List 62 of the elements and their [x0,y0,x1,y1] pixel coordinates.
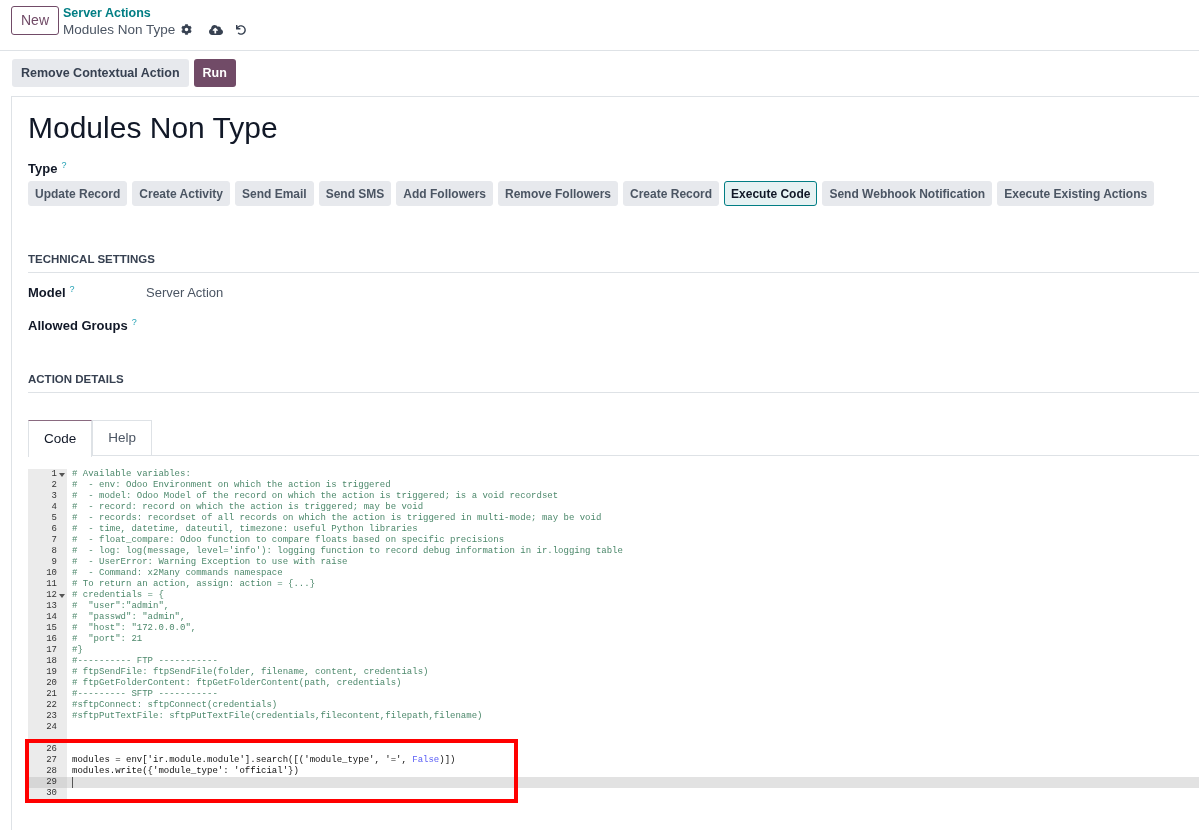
line-number: 17 [46,645,57,656]
line-number: 28 [46,766,57,777]
settings-icon[interactable] [181,24,193,35]
remove-contextual-action-button[interactable]: Remove Contextual Action [12,59,189,87]
type-option-button[interactable]: Execute Existing Actions [997,181,1155,206]
type-option-button[interactable]: Send SMS [318,181,392,206]
type-option-button[interactable]: Create Record [623,181,720,206]
type-option-button[interactable]: Remove Followers [498,181,619,206]
record-title: Modules Non Type [28,110,278,146]
type-option-button[interactable]: Send Webhook Notification [822,181,993,206]
line-number: 24 [46,722,57,733]
line-number: 16 [46,634,57,645]
help-tooltip-mark[interactable]: ? [131,318,137,327]
section-title: TECHNICAL SETTINGS [28,253,155,265]
type-option-button[interactable]: Send Email [234,181,314,206]
type-option-button[interactable]: Add Followers [396,181,493,206]
type-option-button[interactable]: Create Activity [132,181,230,206]
line-number: 3 [51,491,57,502]
field-label: Type [28,161,58,176]
line-number: 2 [51,480,57,491]
line-number: 21 [46,689,57,700]
field-label: Model [28,285,66,301]
run-button[interactable]: Run [193,59,236,87]
line-number: 7 [51,535,57,546]
line-number: 10 [46,568,57,579]
line-number: 9 [51,557,57,568]
line-number: 22 [46,700,57,711]
undo-icon[interactable] [236,24,247,35]
text-cursor [72,777,73,788]
field-value: Server Action [146,285,224,301]
line-number: 5 [51,513,57,524]
field-label: Allowed Groups [28,318,128,334]
fold-caret-icon[interactable] [59,472,65,477]
line-number: 15 [46,623,57,634]
line-number: 29 [46,777,57,788]
line-number: 1 [51,469,57,480]
line-number: 11 [46,579,57,590]
tab[interactable]: Help [92,420,153,456]
line-number: 19 [46,667,57,678]
line-number: 6 [51,524,57,535]
line-number: 23 [46,711,57,722]
new-button[interactable]: New [11,6,59,35]
line-number: 30 [46,788,57,799]
line-number: 27 [46,755,57,766]
line-number: 8 [51,546,57,557]
type-option-button[interactable]: Update Record [28,181,128,206]
line-number: 13 [46,601,57,612]
breadcrumb-link[interactable]: Server Actions [63,6,151,21]
line-number: 4 [51,502,57,513]
help-tooltip-mark[interactable]: ? [61,161,67,170]
line-number: 12 [46,590,57,601]
line-number: 20 [46,678,57,689]
section-title: ACTION DETAILS [28,373,124,385]
fold-caret-icon[interactable] [59,593,65,598]
line-number: 14 [46,612,57,623]
record-name: Modules Non Type [63,21,176,38]
line-number: 26 [46,744,57,755]
type-option-button[interactable]: Execute Code [724,181,818,206]
line-number: 18 [46,656,57,667]
cloud-upload-icon[interactable] [209,23,224,36]
tab[interactable]: Code [28,420,93,457]
help-tooltip-mark[interactable]: ? [69,285,75,294]
